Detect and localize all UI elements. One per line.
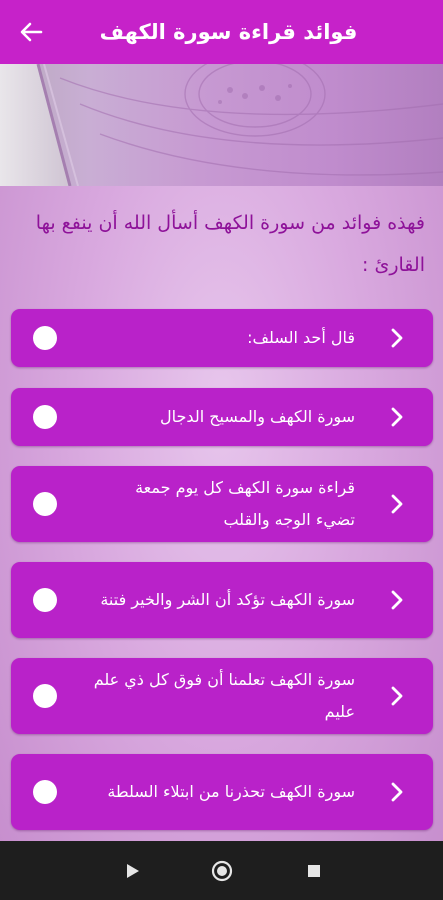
chevron-right-icon xyxy=(391,686,403,706)
list-item[interactable]: سورة الكهف والمسيح الدجال xyxy=(11,388,433,446)
back-triangle-icon[interactable] xyxy=(120,859,144,883)
home-circle-icon[interactable] xyxy=(210,859,234,883)
list-item-label: قال أحد السلف: xyxy=(247,328,355,347)
radio-dot-icon[interactable] xyxy=(33,588,57,612)
list-item[interactable]: سورة الكهف تعلمنا أن فوق كل ذي علم عليم xyxy=(11,658,433,734)
intro-paragraph: فهذه فوائد من سورة الكهف أسأل الله أن ين… xyxy=(35,212,425,276)
quran-cover-image xyxy=(0,64,443,186)
arrow-back-icon xyxy=(20,22,43,42)
list-item[interactable]: قراءة سورة الكهف كل يوم جمعة تضيء الوجه … xyxy=(11,466,433,542)
list-item[interactable]: سورة الكهف تؤكد أن الشر والخير فتنة xyxy=(11,562,433,638)
quran-cover-banner xyxy=(0,64,443,186)
back-button[interactable] xyxy=(16,18,46,46)
list-item-label: سورة الكهف تؤكد أن الشر والخير فتنة xyxy=(100,590,355,609)
list-item-label: سورة الكهف والمسيح الدجال xyxy=(160,407,355,426)
app-bar: فوائد قراءة سورة الكهف xyxy=(0,0,443,64)
list-item[interactable]: قال أحد السلف: xyxy=(11,309,433,367)
list-item-label: سورة الكهف تحذرنا من ابتلاء السلطة xyxy=(107,782,355,801)
page-title: فوائد قراءة سورة الكهف xyxy=(99,20,358,44)
system-nav-bar xyxy=(0,841,443,900)
list-item-label: قراءة سورة الكهف كل يوم جمعة تضيء الوجه … xyxy=(135,478,355,529)
radio-dot-icon[interactable] xyxy=(33,684,57,708)
recents-square-icon[interactable] xyxy=(302,859,326,883)
chevron-right-icon xyxy=(391,407,403,427)
chevron-right-icon xyxy=(391,494,403,514)
list-item-label: سورة الكهف تعلمنا أن فوق كل ذي علم عليم xyxy=(93,670,355,721)
chevron-right-icon xyxy=(391,590,403,610)
chevron-right-icon xyxy=(391,328,403,348)
list-item[interactable]: سورة الكهف تحذرنا من ابتلاء السلطة xyxy=(11,754,433,830)
radio-dot-icon[interactable] xyxy=(33,780,57,804)
radio-dot-icon[interactable] xyxy=(33,492,57,516)
chevron-right-icon xyxy=(391,782,403,802)
radio-dot-icon[interactable] xyxy=(33,326,57,350)
radio-dot-icon[interactable] xyxy=(33,405,57,429)
